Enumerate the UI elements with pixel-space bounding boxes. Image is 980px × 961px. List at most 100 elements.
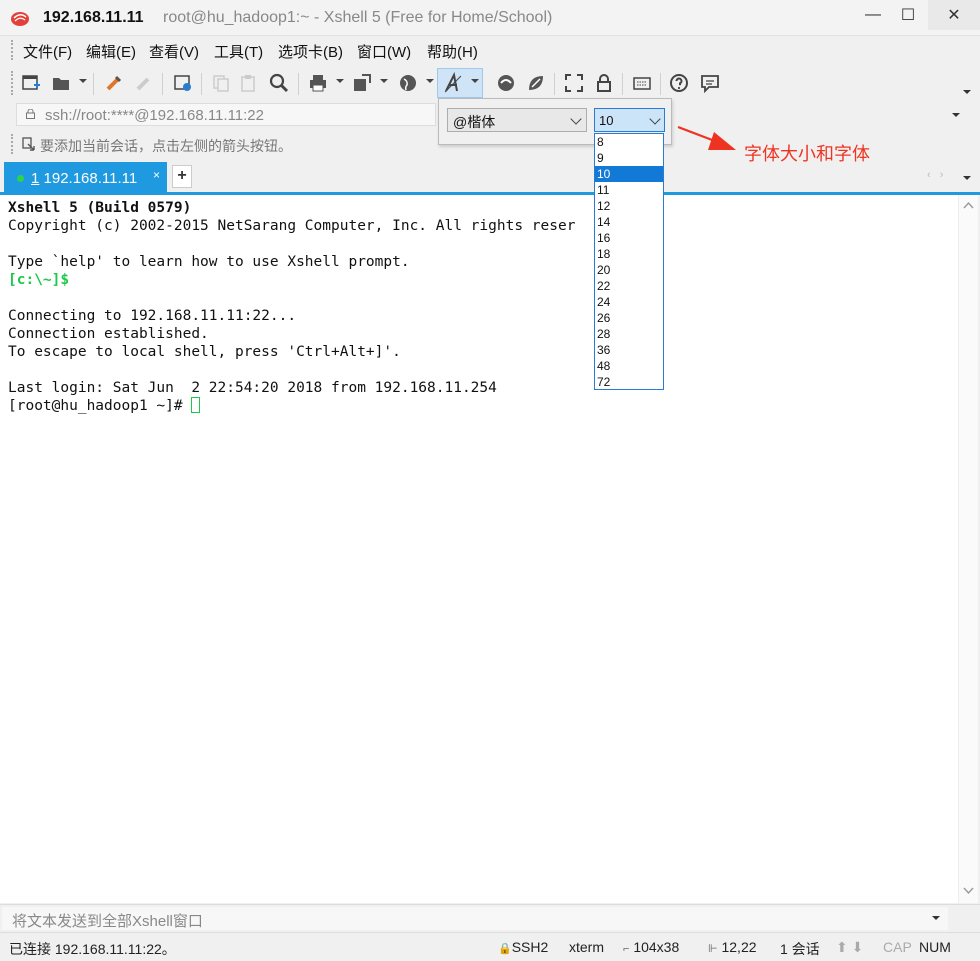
transfer-icon[interactable] xyxy=(351,72,373,94)
open-folder-icon[interactable] xyxy=(50,72,72,94)
tab-menu-icon[interactable] xyxy=(963,176,971,180)
new-session-icon[interactable] xyxy=(20,72,42,94)
cursor-pos-icon: ⊩ xyxy=(708,943,718,955)
toolbar-overflow-icon[interactable] xyxy=(963,90,971,94)
menu-view[interactable]: 查看(V) xyxy=(149,41,199,62)
maximize-button[interactable]: ☐ xyxy=(885,0,931,30)
menu-edit[interactable]: 编辑(E) xyxy=(86,41,136,62)
address-input[interactable]: ssh://root:****@192.168.11.11:22 xyxy=(16,103,436,126)
font-size-option[interactable]: 36 xyxy=(595,342,663,358)
font-size-option[interactable]: 22 xyxy=(595,278,663,294)
status-bar: 已连接 192.168.11.11:22。 🔒SSH2 xterm ⌐ 104x… xyxy=(0,932,980,961)
print-icon[interactable] xyxy=(307,72,329,94)
hint-grip[interactable] xyxy=(11,134,13,154)
status-terminal-type: xterm xyxy=(569,939,604,955)
compose-placeholder: 将文本发送到全部Xshell窗口 xyxy=(12,913,203,930)
font-size-option[interactable]: 8 xyxy=(595,134,663,150)
toolbar xyxy=(0,65,980,101)
tab-session-1[interactable]: 1 192.168.11.11 × xyxy=(4,162,167,193)
lock-icon xyxy=(26,109,35,119)
add-session-arrow-icon[interactable] xyxy=(22,137,35,151)
font-size-option[interactable]: 20 xyxy=(595,262,663,278)
web-icon[interactable] xyxy=(397,72,419,94)
minimize-icon: — xyxy=(865,6,881,23)
web-dropdown-icon[interactable] xyxy=(426,79,434,83)
terminal-line: To escape to local shell, press 'Ctrl+Al… xyxy=(8,344,401,360)
annotation-arrow-icon xyxy=(677,125,736,150)
help-icon[interactable] xyxy=(668,72,690,94)
toolbar-separator xyxy=(622,73,623,95)
font-size-option[interactable]: 10 xyxy=(595,166,663,182)
properties-icon[interactable] xyxy=(172,72,194,94)
copy-icon[interactable] xyxy=(210,72,232,94)
font-size-option[interactable]: 16 xyxy=(595,230,663,246)
tab-scroll-icon[interactable]: ‹ › xyxy=(927,169,946,181)
chevron-down-icon xyxy=(570,113,582,125)
font-size-option[interactable]: 12 xyxy=(595,198,663,214)
close-window-button[interactable]: ✕ xyxy=(928,0,980,30)
font-size-option[interactable]: 72 xyxy=(595,374,663,390)
font-size-option[interactable]: 14 xyxy=(595,214,663,230)
terminal-cursor xyxy=(191,397,201,413)
menu-tabs[interactable]: 选项卡(B) xyxy=(278,41,343,62)
xmanager-icon[interactable] xyxy=(525,72,547,94)
terminal-scrollbar[interactable] xyxy=(958,195,978,903)
font-size-select[interactable]: 10 xyxy=(594,108,665,132)
toolbar-grip[interactable] xyxy=(11,71,13,95)
menu-file[interactable]: 文件(F) xyxy=(23,41,72,62)
status-cursor-pos: ⊩ 12,22 xyxy=(708,939,757,955)
terminal-area[interactable]: Xshell 5 (Build 0579) Copyright (c) 2002-… xyxy=(0,195,958,903)
menu-bar: 文件(F) 编辑(E) 查看(V) 工具(T) 选项卡(B) 窗口(W) 帮助(… xyxy=(0,36,980,64)
toolbar-separator xyxy=(298,73,299,95)
session-nav-icon[interactable]: ⬆ ⬇ xyxy=(836,939,863,956)
font-icon[interactable] xyxy=(443,72,465,94)
close-icon: ✕ xyxy=(947,7,961,24)
menu-grip[interactable] xyxy=(11,40,13,60)
terminal-line: Type `help' to learn how to use Xshell p… xyxy=(8,254,410,270)
font-size-option[interactable]: 28 xyxy=(595,326,663,342)
reconnect-icon[interactable] xyxy=(103,72,125,94)
terminal-line: Xshell 5 (Build 0579) xyxy=(8,200,192,216)
font-size-option[interactable]: 11 xyxy=(595,182,663,198)
chevron-down-icon xyxy=(649,113,661,125)
font-family-value: @楷体 xyxy=(453,114,496,130)
compose-input[interactable]: 将文本发送到全部Xshell窗口 xyxy=(2,907,948,930)
xftp-icon[interactable] xyxy=(495,72,517,94)
font-size-option[interactable]: 18 xyxy=(595,246,663,262)
address-dropdown-icon[interactable] xyxy=(952,113,960,117)
lock-icon[interactable] xyxy=(593,72,615,94)
tab-close-icon[interactable]: × xyxy=(153,168,160,182)
fullscreen-icon[interactable] xyxy=(563,72,585,94)
font-family-select[interactable]: @楷体 xyxy=(447,108,587,132)
font-size-option[interactable]: 9 xyxy=(595,150,663,166)
disconnect-icon[interactable] xyxy=(133,72,155,94)
find-icon[interactable] xyxy=(268,72,290,94)
resize-icon: ⌐ xyxy=(623,943,630,955)
status-size: ⌐ 104x38 xyxy=(623,939,680,955)
font-size-list: 8 9 10 11 12 14 16 18 20 22 24 26 28 36 48 72 xyxy=(594,133,664,390)
menu-help[interactable]: 帮助(H) xyxy=(427,41,478,62)
font-size-option[interactable]: 26 xyxy=(595,310,663,326)
menu-window[interactable]: 窗口(W) xyxy=(357,41,411,62)
keyboard-icon[interactable] xyxy=(631,72,653,94)
scroll-down-icon[interactable] xyxy=(963,887,974,895)
compose-dropdown-icon[interactable] xyxy=(932,916,940,920)
menu-tools[interactable]: 工具(T) xyxy=(214,41,263,62)
status-connection: 已连接 192.168.11.11:22。 xyxy=(9,941,176,957)
open-dropdown-icon[interactable] xyxy=(79,79,87,83)
font-size-option[interactable]: 48 xyxy=(595,358,663,374)
add-tab-button[interactable]: + xyxy=(172,165,192,188)
chat-icon[interactable] xyxy=(699,72,721,94)
paste-icon[interactable] xyxy=(238,72,260,94)
font-dropdown-icon[interactable] xyxy=(471,79,479,83)
compose-bar: 将文本发送到全部Xshell窗口 xyxy=(0,904,980,931)
font-size-option[interactable]: 24 xyxy=(595,294,663,310)
scroll-up-icon[interactable] xyxy=(963,201,974,209)
title-bar: 192.168.11.11 root@hu_hadoop1:~ - Xshell… xyxy=(0,0,980,36)
transfer-dropdown-icon[interactable] xyxy=(380,79,388,83)
status-caps: CAP xyxy=(883,939,912,955)
print-dropdown-icon[interactable] xyxy=(336,79,344,83)
terminal-line: Connecting to 192.168.11.11:22... xyxy=(8,308,297,324)
